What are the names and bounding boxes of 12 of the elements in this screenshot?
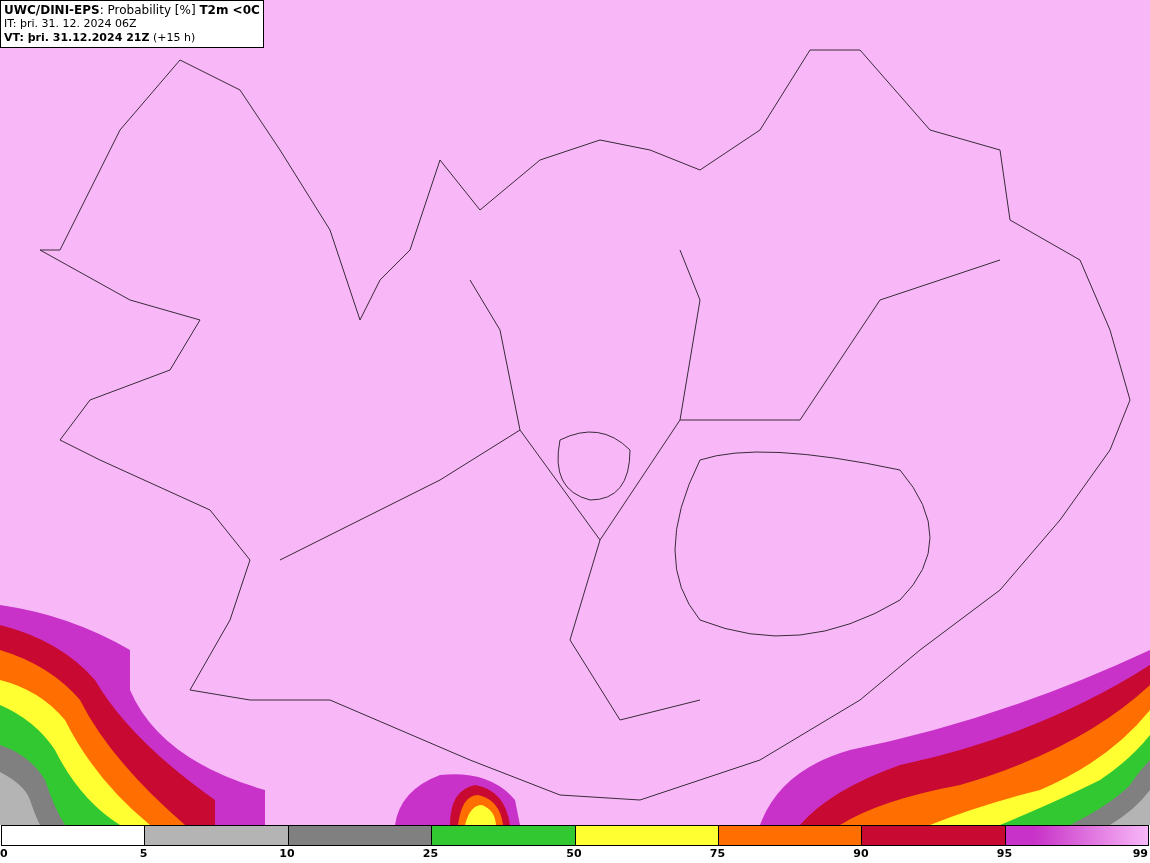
legend-tick-label: 75 [709,847,726,860]
legend-tick-label: 10 [279,847,295,860]
title-line: IT: þri. 31. 12. 2024 06Z [4,17,138,31]
legend-tick-label: 0 [0,847,8,860]
legend-tick-label: 90 [853,847,869,860]
title-line: VT: þri. 31.12.2024 21Z (+15 h) [4,31,197,45]
legend-tick-label: 95 [996,847,1013,860]
legend-tick-label: 99 [1132,847,1148,860]
legend-tick-label: 25 [422,847,439,860]
title-line: UWC/DINI-EPS: Probability [%] T2m <0C [4,3,260,17]
legend-tick-label: 50 [566,847,582,860]
legend-tick-label: 5 [139,847,148,860]
